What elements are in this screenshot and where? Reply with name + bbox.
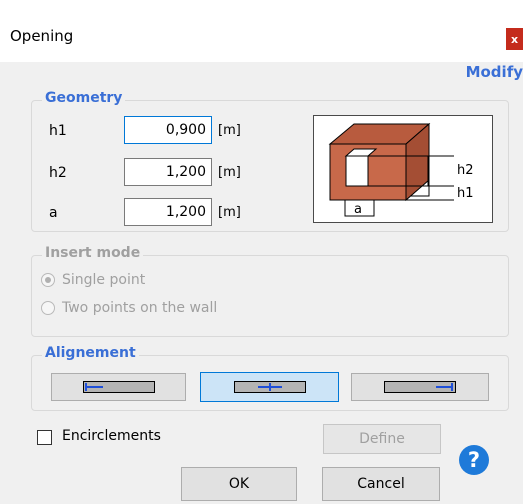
two-points-label: Two points on the wall: [62, 300, 218, 316]
h2-label: h2: [49, 165, 67, 181]
sketch-h2-label: h2: [457, 163, 474, 178]
sketch-a-label: a: [354, 202, 362, 217]
encirclements-label: Encirclements: [62, 428, 161, 444]
geometry-group: Geometry h1 [m] h2 [m] a [m]: [31, 90, 509, 232]
align-center-icon: [233, 381, 306, 393]
h2-unit: [m]: [218, 165, 241, 180]
single-point-label: Single point: [62, 272, 146, 288]
close-button[interactable]: x: [506, 28, 523, 50]
h2-field[interactable]: [124, 158, 212, 186]
h1-label: h1: [49, 123, 67, 139]
modify-label[interactable]: Modify: [466, 63, 523, 81]
align-right-button[interactable]: [351, 373, 489, 401]
align-center-button[interactable]: [200, 372, 339, 402]
window-title: Opening: [10, 27, 74, 45]
two-points-radio[interactable]: [41, 301, 55, 315]
single-point-radio[interactable]: [41, 273, 55, 287]
opening-diagram-icon: a h2 h1: [328, 122, 474, 217]
help-icon[interactable]: ?: [459, 445, 489, 475]
encirclements-checkbox[interactable]: [37, 430, 52, 445]
insert-mode-group: Insert mode Single point Two points on t…: [31, 245, 509, 337]
a-unit: [m]: [218, 205, 241, 220]
single-point-option[interactable]: Single point: [41, 272, 145, 288]
define-button[interactable]: Define: [323, 424, 441, 454]
alignment-legend: Alignement: [42, 345, 139, 361]
insert-mode-legend: Insert mode: [42, 245, 144, 261]
h1-field[interactable]: [124, 116, 212, 144]
title-bar: Opening x: [0, 0, 523, 62]
align-left-button[interactable]: [51, 373, 186, 401]
sketch-h1-label: h1: [457, 186, 474, 201]
ok-button[interactable]: OK: [181, 467, 297, 501]
geometry-legend: Geometry: [42, 90, 126, 106]
a-field[interactable]: [124, 198, 212, 226]
cancel-button[interactable]: Cancel: [322, 467, 440, 501]
two-points-option[interactable]: Two points on the wall: [41, 300, 217, 316]
alignment-group: Alignement: [31, 345, 509, 411]
opening-sketch: a h2 h1: [313, 115, 493, 223]
align-right-icon: [384, 381, 456, 393]
a-label: a: [49, 205, 58, 221]
h1-unit: [m]: [218, 123, 241, 138]
align-left-icon: [82, 381, 155, 393]
